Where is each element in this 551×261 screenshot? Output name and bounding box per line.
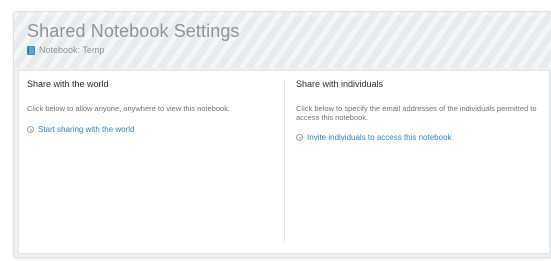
circle-bullet-icon <box>27 126 34 133</box>
page-title: Shared Notebook Settings <box>27 21 240 41</box>
start-sharing-world-link[interactable]: Start sharing with the world <box>27 125 135 134</box>
circle-bullet-icon <box>296 134 303 141</box>
share-individuals-heading: Share with individuals <box>296 79 384 89</box>
notebook-label: Notebook: Temp <box>39 45 105 55</box>
sharing-options-area: Share with the world Click below to allo… <box>18 70 550 254</box>
notebook-indicator: Notebook: Temp <box>27 45 104 55</box>
share-with-world-section: Share with the world Click below to allo… <box>19 71 284 253</box>
share-with-individuals-section: Share with individuals Click below to sp… <box>285 71 549 253</box>
invite-individuals-link[interactable]: Invite individuals to access this notebo… <box>296 133 452 142</box>
panel-header: Shared Notebook Settings Notebook: Temp <box>14 12 551 68</box>
invite-individuals-label[interactable]: Invite individuals to access this notebo… <box>307 133 452 142</box>
page-background: Shared Notebook Settings Notebook: Temp … <box>0 0 551 261</box>
share-world-description: Click below to allow anyone, anywhere to… <box>27 104 231 113</box>
share-world-heading: Share with the world <box>27 79 109 89</box>
shared-notebook-settings-panel: Shared Notebook Settings Notebook: Temp … <box>13 11 551 258</box>
share-individuals-description: Click below to specify the email address… <box>296 104 537 122</box>
notebook-icon <box>27 45 35 55</box>
start-sharing-world-label[interactable]: Start sharing with the world <box>38 125 135 134</box>
